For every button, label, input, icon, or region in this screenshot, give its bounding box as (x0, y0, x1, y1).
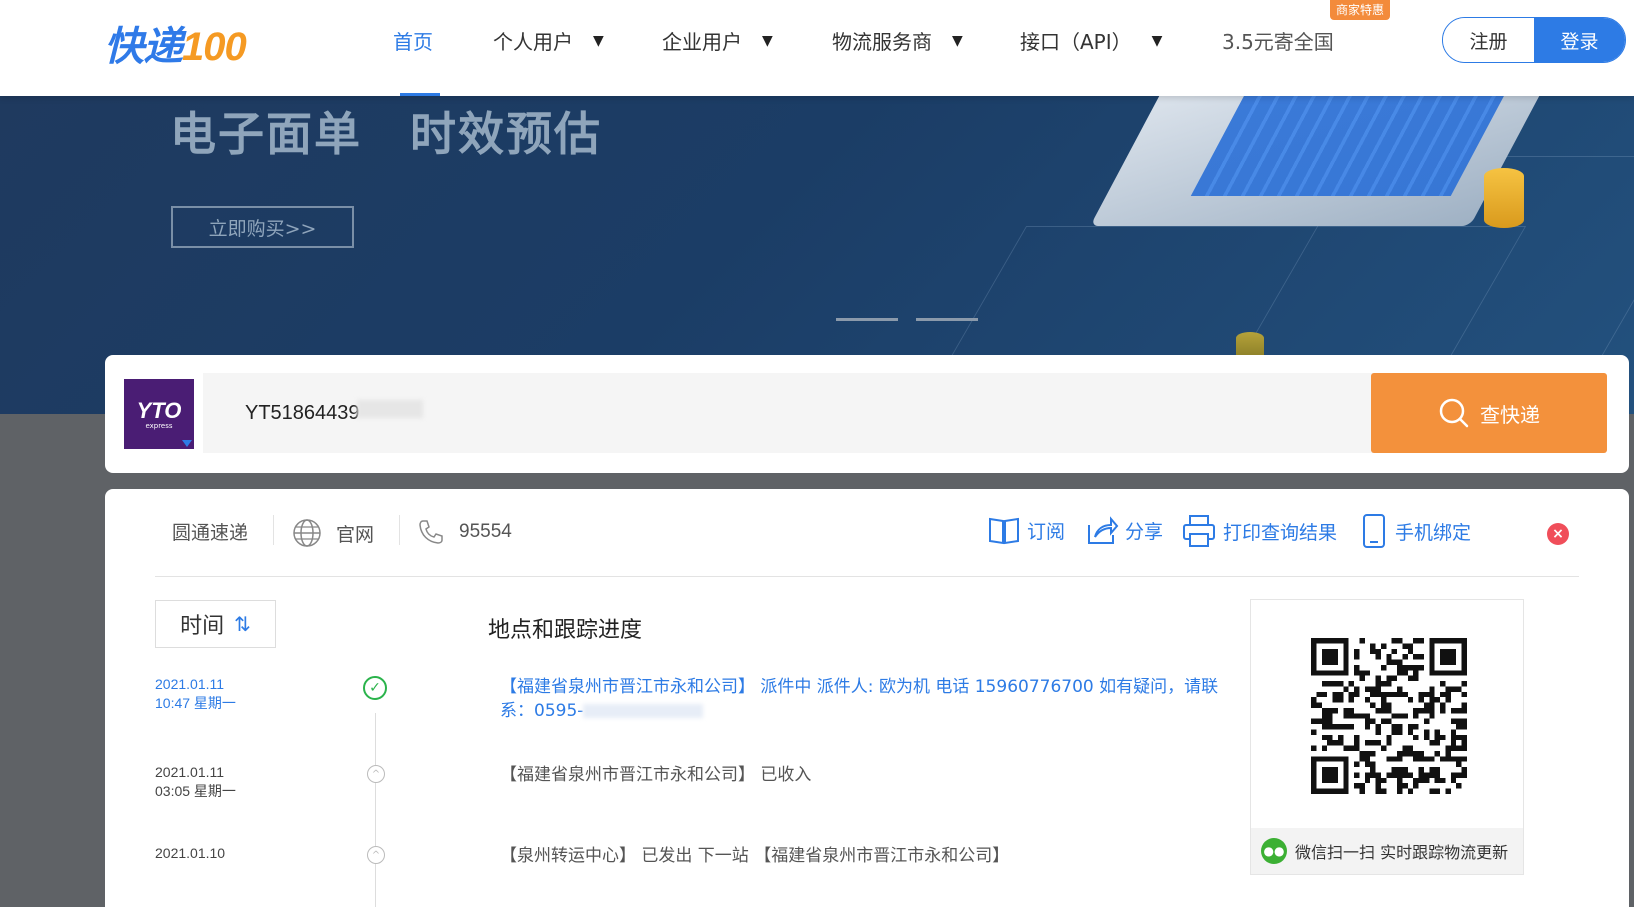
chevron-up-circle-icon: ^ (367, 765, 385, 783)
nav-active-underline (400, 93, 440, 96)
chevron-down-icon: ▼ (762, 32, 773, 49)
mobile-phone-icon (1363, 514, 1385, 548)
time-sort-button[interactable]: 时间 ⇅ (155, 600, 276, 648)
nav-logistics-label: 物流服务商 (832, 30, 932, 54)
nav-personal-label: 个人用户 (493, 30, 573, 54)
chevron-down-icon: ▼ (1151, 32, 1163, 49)
logo-text-num: 100 (182, 25, 247, 69)
carrier-info-row: 圆通速递 官网 95554 订阅 分享 打印查询结果 手机绑定 × (105, 489, 1629, 577)
separator (399, 515, 400, 545)
logo-text-cn: 快递 (104, 25, 183, 69)
nav-promo-label: 3.5元寄全国 (1222, 30, 1334, 54)
dropdown-triangle-icon (182, 440, 192, 447)
carrier-phone-number: 95554 (459, 521, 512, 542)
event-description: 【福建省泉州市晋江市永和公司】 已收入 (500, 765, 812, 785)
subscribe-button[interactable]: 订阅 (987, 513, 1065, 547)
carousel-dot[interactable] (916, 318, 978, 321)
nav-personal[interactable]: 个人用户 ▼ (493, 26, 604, 55)
event-datetime: 2021.01.11 03:05 星期一 (155, 763, 236, 801)
share-icon (1088, 516, 1119, 544)
carrier-selector[interactable]: YTO express (124, 379, 194, 449)
print-button[interactable]: 打印查询结果 (1181, 513, 1337, 549)
event-date: 2021.01.11 (155, 676, 225, 692)
check-circle-icon: ✓ (363, 676, 387, 700)
redacted-mask (357, 400, 423, 418)
event-description: 【福建省泉州市晋江市永和公司】 派件中 派件人: 欧为机 电话 15960776… (500, 675, 1220, 723)
nav-enterprise-label: 企业用户 (662, 30, 742, 54)
nav-home-label: 首页 (393, 30, 433, 54)
qr-code[interactable] (1311, 638, 1467, 794)
carousel-dot[interactable] (836, 318, 898, 321)
event-datetime: 2021.01.11 10:47 星期一 (155, 675, 236, 713)
site-header: 快递100 首页 个人用户 ▼ 企业用户 ▼ 物流服务商 ▼ 接口（API） ▼… (0, 0, 1634, 96)
bind-phone-button[interactable]: 手机绑定 (1359, 513, 1471, 549)
chevron-down-icon: ▼ (952, 32, 963, 49)
phone-icon (419, 520, 443, 544)
search-button[interactable]: 查快递 (1371, 373, 1607, 453)
wechat-icon: ●● (1261, 838, 1287, 864)
event-date: 2021.01.10 (155, 845, 226, 861)
tracking-result-panel: 圆通速递 官网 95554 订阅 分享 打印查询结果 手机绑定 × 时间 ⇅ 地… (105, 489, 1629, 907)
chevron-up-circle-icon: ^ (367, 846, 385, 864)
carrier-name-text: 圆通速递 (172, 522, 249, 544)
qr-caption-bar: ●● 微信扫一扫 实时跟踪物流更新 (1251, 828, 1523, 874)
carrier-logo-sub: express (145, 422, 173, 430)
promo-badge: 商家特惠 (1330, 0, 1391, 20)
progress-column-header: 地点和跟踪进度 (488, 618, 643, 643)
carousel-indicators (836, 318, 978, 321)
banner-title: 电子面单 时效预估 (170, 98, 650, 164)
nav-api-label: 接口（API） (1020, 30, 1132, 54)
globe-icon (293, 519, 321, 547)
book-icon (989, 517, 1019, 545)
auth-buttons: 注册 登录 (1442, 17, 1626, 63)
bind-phone-label: 手机绑定 (1395, 521, 1472, 544)
carrier-name: 圆通速递 (172, 518, 248, 545)
carrier-website-label: 官网 (336, 523, 375, 546)
login-button[interactable]: 登录 (1534, 18, 1625, 62)
register-button[interactable]: 注册 (1443, 18, 1534, 62)
event-time: 10:47 星期一 (155, 695, 236, 711)
event-date: 2021.01.11 (155, 764, 225, 780)
printer-icon (1183, 515, 1215, 547)
divider (155, 576, 1579, 577)
buy-now-button[interactable]: 立即购买>> (171, 206, 354, 248)
site-logo[interactable]: 快递100 (104, 14, 247, 72)
close-icon[interactable]: × (1547, 523, 1569, 545)
event-datetime: 2021.01.10 (155, 844, 225, 863)
sort-arrows-icon: ⇅ (234, 612, 251, 636)
search-icon (1439, 398, 1469, 428)
chevron-down-icon: ▼ (593, 32, 604, 49)
event-time: 03:05 星期一 (155, 783, 236, 799)
nav-enterprise[interactable]: 企业用户 ▼ (662, 26, 773, 55)
print-label: 打印查询结果 (1223, 521, 1338, 544)
separator (273, 515, 274, 545)
search-button-label: 查快递 (1480, 402, 1540, 427)
coin-illustration (1484, 168, 1524, 228)
carrier-phone[interactable]: 95554 (417, 518, 512, 546)
nav-logistics[interactable]: 物流服务商 ▼ (832, 26, 963, 55)
search-panel: YTO express 查快递 (105, 355, 1629, 473)
nav-home[interactable]: 首页 (393, 26, 433, 55)
time-sort-label: 时间 (180, 614, 225, 639)
carrier-website-link[interactable]: 官网 (292, 518, 374, 548)
timeline-line (375, 713, 376, 907)
banner-title-1: 电子面单 (170, 107, 362, 161)
banner-title-2: 时效预估 (410, 107, 602, 161)
qr-caption: 微信扫一扫 实时跟踪物流更新 (1295, 843, 1509, 862)
share-button[interactable]: 分享 (1085, 513, 1163, 547)
redacted-mask (583, 704, 704, 718)
nav-promo[interactable]: 3.5元寄全国 (1222, 26, 1334, 55)
qr-card: ●● 微信扫一扫 实时跟踪物流更新 (1250, 599, 1524, 875)
carrier-logo-text: YTO (136, 398, 182, 423)
event-description: 【泉州转运中心】 已发出 下一站 【福建省泉州市晋江市永和公司】 (500, 846, 1010, 866)
nav-api[interactable]: 接口（API） ▼ (1020, 26, 1162, 55)
share-label: 分享 (1125, 520, 1164, 543)
subscribe-label: 订阅 (1027, 520, 1066, 543)
